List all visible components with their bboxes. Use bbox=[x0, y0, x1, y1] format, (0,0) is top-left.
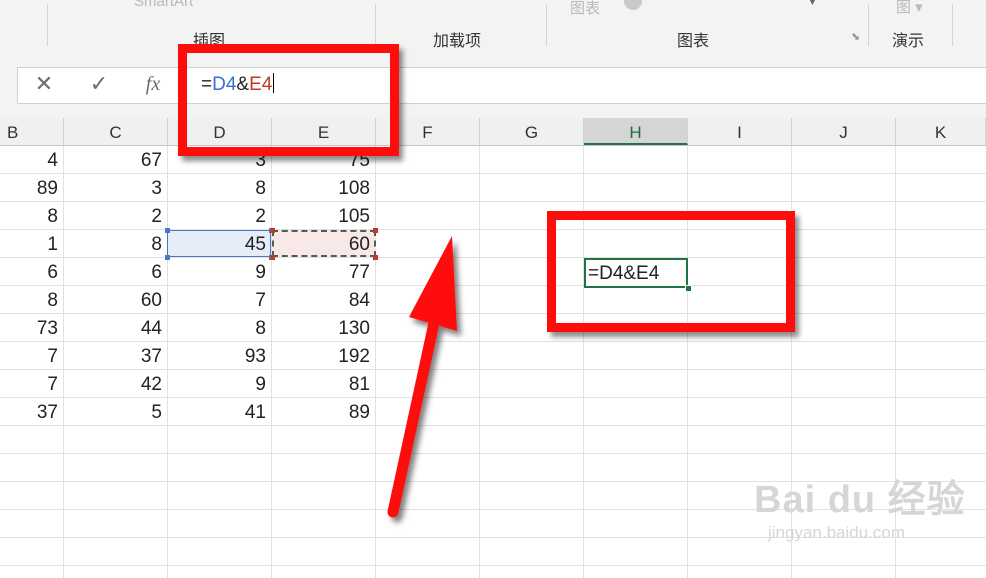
baidu-watermark: Bai du 经验 jingyan.baidu.com bbox=[754, 468, 966, 543]
watermark-logo: Bai du 经验 bbox=[754, 479, 966, 521]
arrow-icon bbox=[387, 236, 457, 518]
watermark-url: jingyan.baidu.com bbox=[768, 523, 906, 542]
